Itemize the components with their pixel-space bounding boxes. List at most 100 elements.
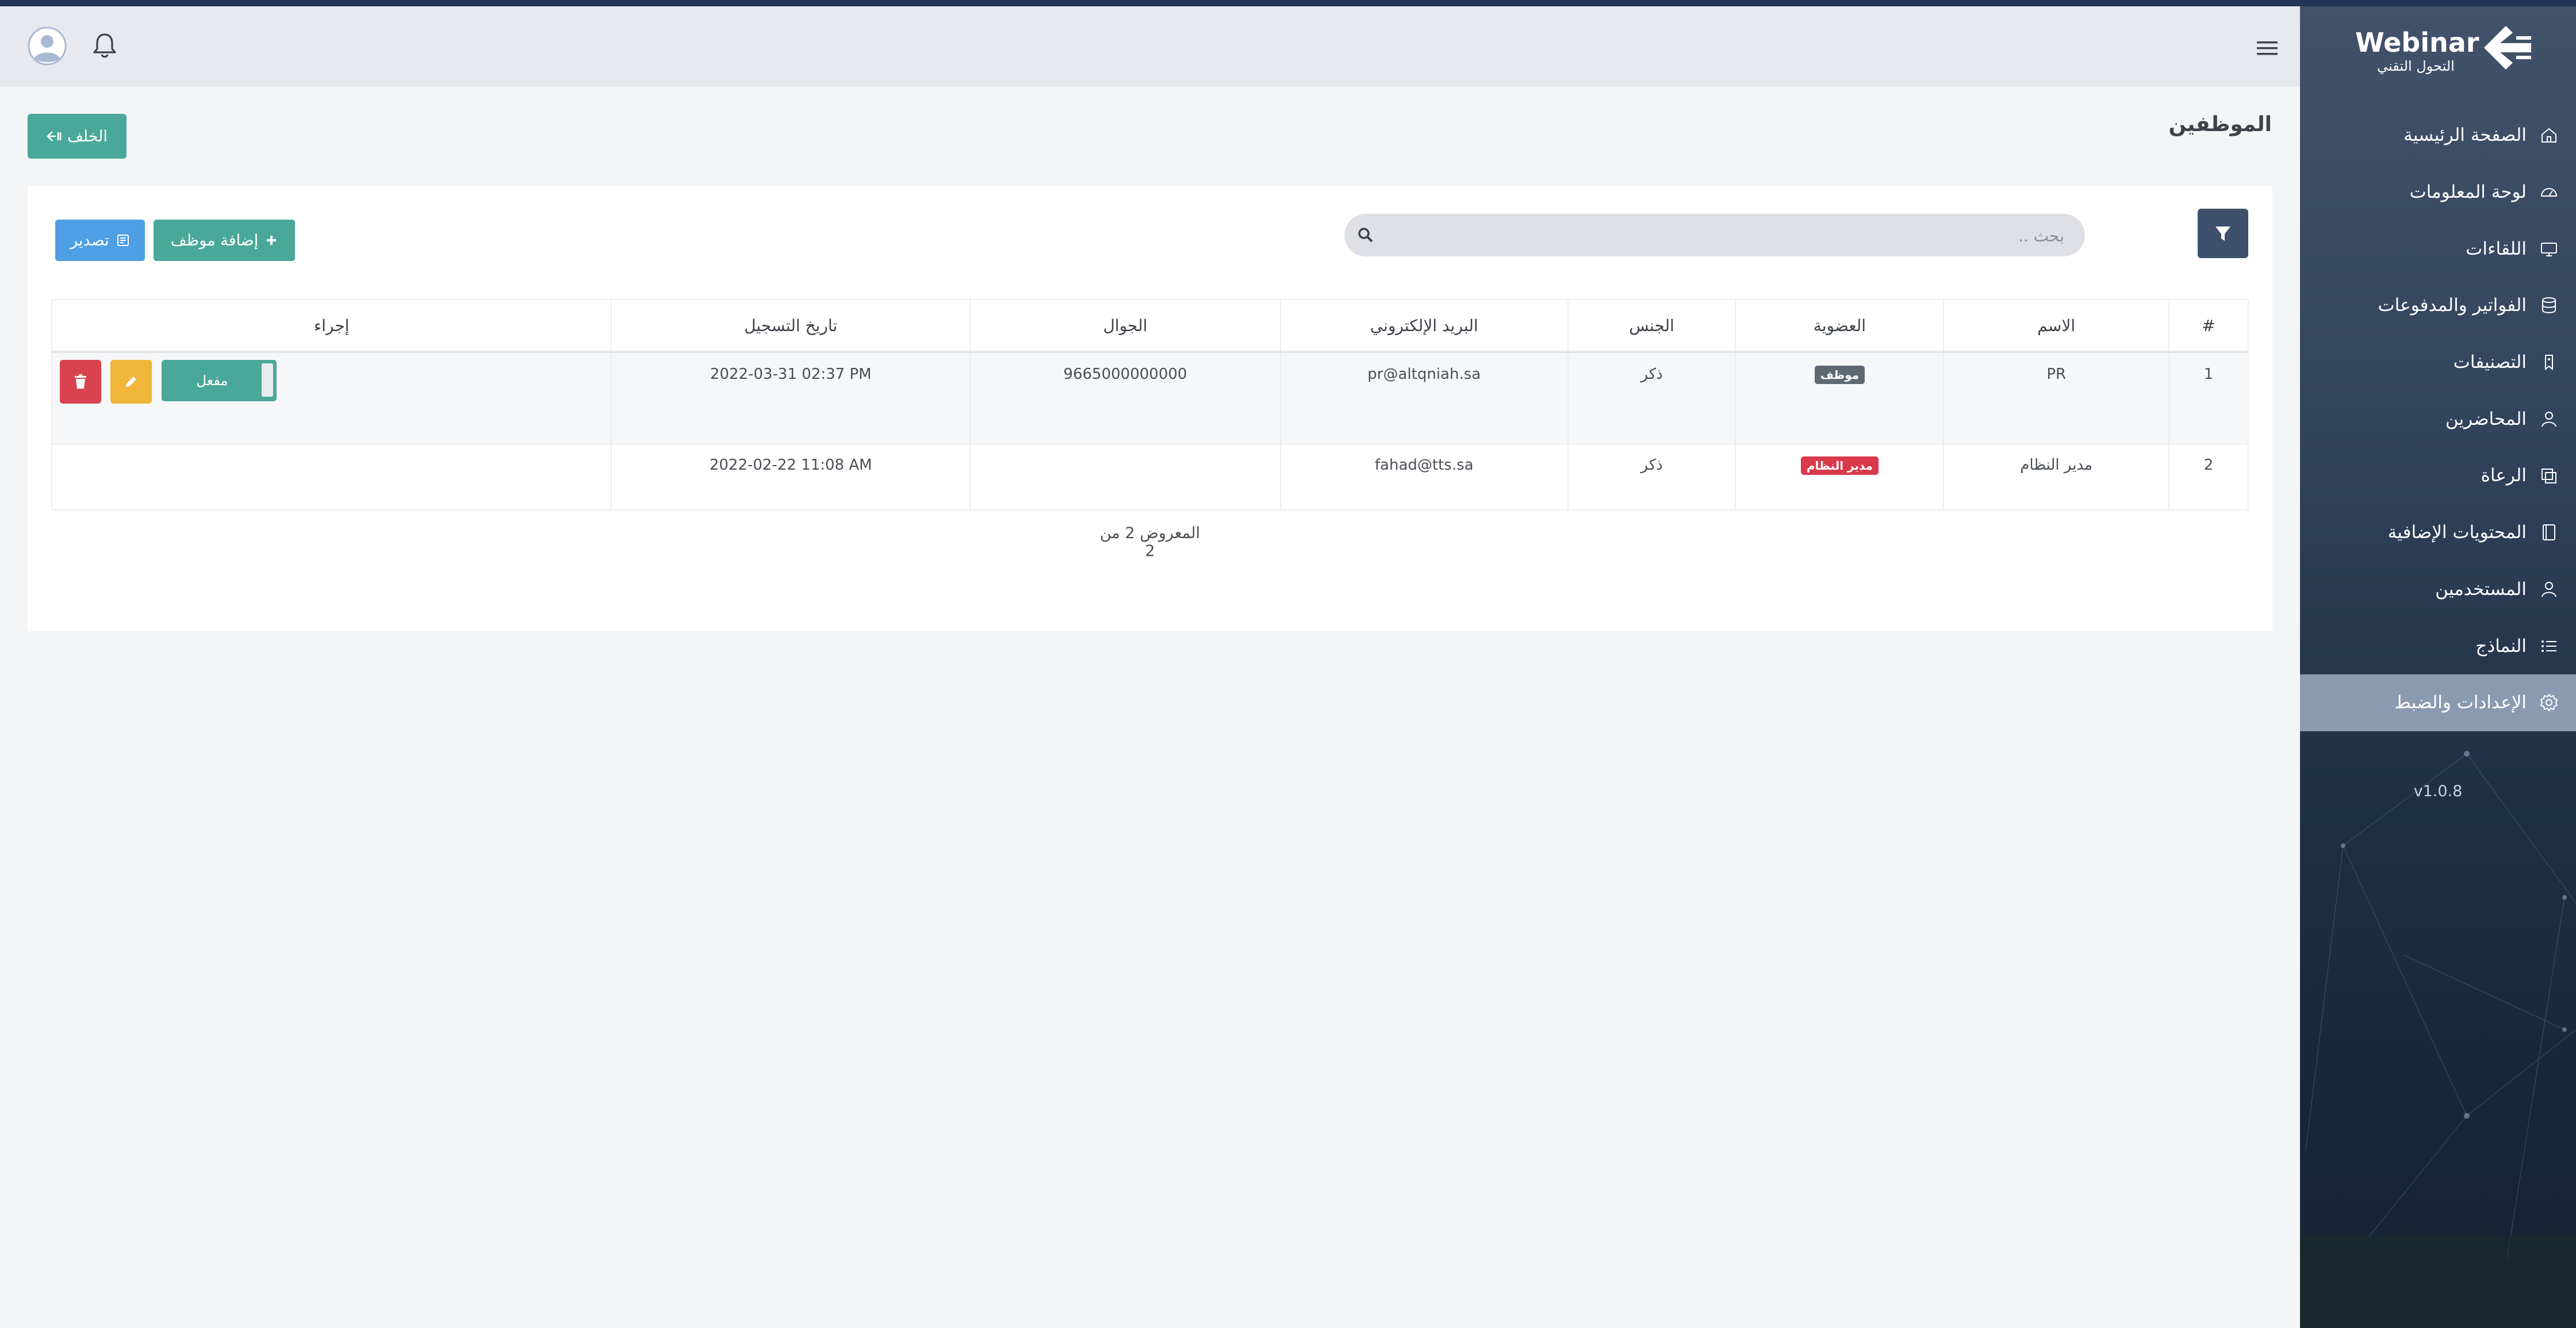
sidebar-item-label: المحتويات الإضافية	[2387, 522, 2527, 543]
trash-icon	[75, 374, 86, 389]
sidebar-item-label: الإعدادات والضبط	[2394, 692, 2527, 713]
row-actions: مفعل	[52, 353, 611, 405]
column-header-gender[interactable]: الجنس	[1567, 299, 1736, 353]
cell-actions	[51, 444, 612, 511]
sidebar-item-lecturers[interactable]: المحاضرين	[2300, 390, 2576, 447]
tag-icon	[2539, 352, 2559, 372]
column-header-phone[interactable]: الجوال	[969, 299, 1281, 353]
top-bar	[0, 6, 2300, 87]
brand-name: Webinar	[2355, 27, 2479, 58]
user-avatar-icon[interactable]	[28, 26, 67, 66]
table-row: 2 مدير النظام مدير النظام ذكر fahad@tts.…	[51, 444, 2249, 511]
cell-registered: 2022-02-22 11:08 AM	[611, 444, 971, 511]
export-label: تصدير	[70, 231, 109, 250]
sidebar-item-label: النماذج	[2475, 635, 2527, 657]
page-title: الموظفين	[2168, 113, 2272, 136]
user-icon	[2539, 409, 2559, 429]
export-file-icon	[117, 235, 129, 246]
book-icon	[2539, 523, 2559, 542]
cell-phone	[969, 444, 1281, 511]
menu-toggle-icon[interactable]	[2255, 39, 2279, 58]
sidebar-item-meetings[interactable]: اللقاءات	[2300, 220, 2576, 277]
cell-name: PR	[1943, 351, 2170, 445]
membership-badge: مدير النظام	[1800, 456, 1879, 475]
sidebar-item-categories[interactable]: التصنيفات	[2300, 334, 2576, 391]
sidebar-item-sponsors[interactable]: الرعاة	[2300, 447, 2576, 504]
add-employee-button[interactable]: إضافة موظف	[154, 220, 295, 261]
column-header-number[interactable]: #	[2168, 299, 2249, 353]
brand-logo[interactable]: Webinar التحول التقني	[2355, 22, 2531, 80]
pencil-icon	[126, 377, 136, 387]
results-count: المعروض 2 من 2	[1099, 524, 1201, 560]
membership-badge: موظف	[1814, 366, 1865, 384]
sidebar-item-label: اللقاءات	[2466, 238, 2527, 259]
brand-subtitle: التحول التقني	[2377, 58, 2455, 74]
export-button[interactable]: تصدير	[55, 220, 145, 261]
sidebar-item-home[interactable]: الصفحة الرئيسية	[2300, 107, 2576, 164]
app-version: v1.0.8	[2413, 782, 2463, 800]
sidebar-item-label: التصنيفات	[2453, 352, 2527, 373]
sidebar-item-label: الرعاة	[2481, 465, 2527, 486]
filter-button[interactable]	[2198, 209, 2248, 258]
cell-phone: 9665000000000	[969, 351, 1281, 445]
cell-name: مدير النظام	[1943, 444, 2170, 511]
cell-number: 1	[2168, 351, 2249, 445]
column-header-name[interactable]: الاسم	[1943, 299, 2170, 353]
gear-icon	[2539, 693, 2559, 712]
list-icon	[2539, 636, 2559, 656]
sidebar-item-label: الصفحة الرئيسية	[2404, 125, 2527, 146]
database-icon	[2539, 295, 2559, 315]
employees-table: # الاسم العضوية الجنس البريد الإلكتروني …	[51, 299, 2249, 511]
back-button-label: الخلف	[67, 127, 108, 145]
add-employee-label: إضافة موظف	[170, 231, 259, 250]
sidebar-item-invoices[interactable]: الفواتير والمدفوعات	[2300, 277, 2576, 334]
column-header-registered[interactable]: تاريخ التسجيل	[611, 299, 971, 353]
top-accent-line	[0, 0, 2576, 6]
sidebar-item-dashboard[interactable]: لوحة المعلومات	[2300, 164, 2576, 221]
logo-arrow-icon	[2484, 26, 2531, 70]
home-icon	[2539, 125, 2559, 145]
cell-membership: موظف	[1735, 351, 1945, 445]
cell-gender: ذكر	[1567, 444, 1736, 511]
registered-date: 2022-03-31 02:37 PM	[710, 366, 872, 383]
edit-button[interactable]	[110, 360, 152, 404]
back-arrow-icon	[47, 131, 62, 141]
status-toggle-label: مفعل	[196, 373, 228, 389]
back-button[interactable]: الخلف	[28, 114, 126, 159]
sidebar-nav: الصفحة الرئيسية لوحة المعلومات اللقاءات …	[2300, 107, 2576, 731]
sidebar-item-label: لوحة المعلومات	[2409, 182, 2527, 203]
delete-button[interactable]	[60, 360, 101, 404]
cell-membership: مدير النظام	[1735, 444, 1945, 511]
sidebar-item-forms[interactable]: النماذج	[2300, 617, 2576, 674]
filter-funnel-icon	[2215, 227, 2230, 241]
sponsors-icon	[2539, 466, 2559, 485]
notification-bell-icon[interactable]	[92, 32, 117, 59]
registered-date: 2022-02-22 11:08 AM	[709, 456, 872, 474]
sidebar-item-extra-content[interactable]: المحتويات الإضافية	[2300, 504, 2576, 561]
cell-actions: مفعل	[51, 351, 612, 445]
sidebar-item-label: الفواتير والمدفوعات	[2378, 295, 2527, 316]
search-input[interactable]	[1385, 214, 2065, 258]
sidebar-item-label: المحاضرين	[2445, 408, 2527, 429]
monitor-icon	[2539, 239, 2559, 259]
dashboard-gauge-icon	[2539, 182, 2559, 202]
column-header-email[interactable]: البريد الإلكتروني	[1279, 299, 1569, 353]
table-header-row: # الاسم العضوية الجنس البريد الإلكتروني …	[51, 299, 2249, 353]
cell-registered: 2022-03-31 02:37 PM	[611, 351, 971, 445]
cell-email: pr@altqniah.sa	[1279, 351, 1569, 445]
cell-email: fahad@tts.sa	[1279, 444, 1569, 511]
user-icon	[2539, 579, 2559, 599]
sidebar-item-settings[interactable]: الإعدادات والضبط	[2300, 674, 2576, 731]
sidebar-item-users[interactable]: المستخدمين	[2300, 561, 2576, 618]
sidebar: Webinar التحول التقني الصفحة الرئيسية لو…	[2300, 6, 2576, 1328]
status-toggle[interactable]: مفعل	[162, 360, 277, 401]
cell-gender: ذكر	[1567, 351, 1736, 445]
column-header-action: إجراء	[51, 299, 612, 353]
table-row: 1 PR موظف ذكر pr@altqniah.sa 96650000000…	[51, 351, 2249, 445]
sidebar-item-label: المستخدمين	[2435, 578, 2527, 600]
toggle-knob[interactable]	[262, 363, 273, 397]
plus-icon	[267, 236, 277, 245]
search-icon[interactable]	[1357, 227, 1374, 244]
column-header-membership[interactable]: العضوية	[1735, 299, 1945, 353]
search-box	[1344, 214, 2085, 258]
